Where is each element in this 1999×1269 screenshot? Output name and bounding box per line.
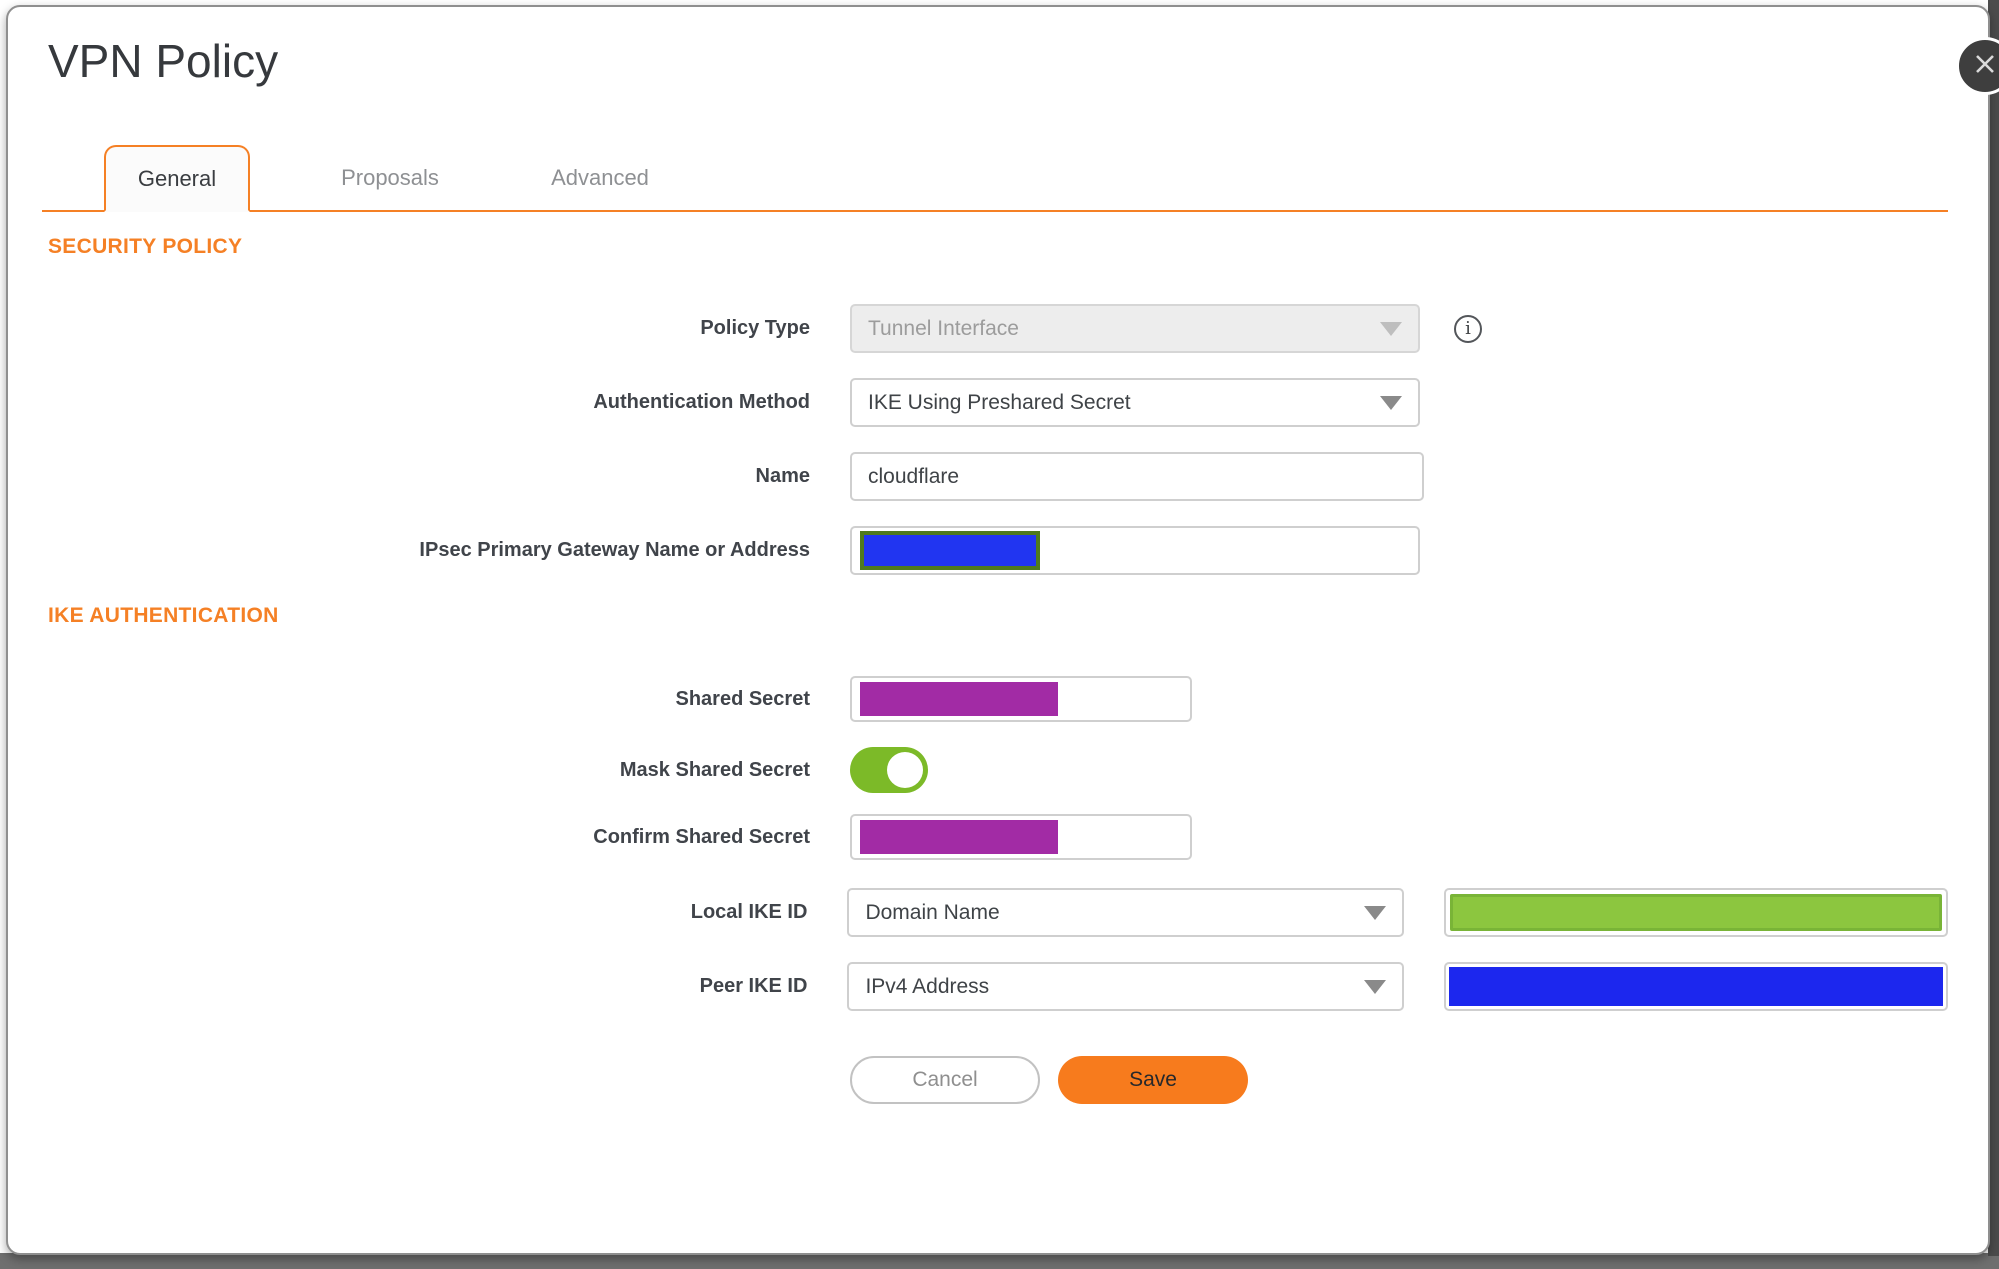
policy-type-value: Tunnel Interface bbox=[868, 316, 1019, 340]
chevron-down-icon bbox=[1363, 905, 1386, 920]
toggle-knob bbox=[887, 752, 923, 788]
policy-type-select: Tunnel Interface bbox=[850, 304, 1420, 353]
peer-ike-id-redaction-block bbox=[1448, 967, 1943, 1006]
local-ike-id-value: Domain Name bbox=[865, 900, 1000, 924]
modal-backdrop: VPN Policy General Proposals Advanced SE… bbox=[0, 0, 1999, 1269]
gateway-redaction-block bbox=[860, 531, 1040, 570]
cancel-button[interactable]: Cancel bbox=[850, 1056, 1040, 1104]
backdrop-bottom-band bbox=[0, 1253, 1999, 1269]
shared-secret-input[interactable] bbox=[850, 676, 1192, 722]
confirm-shared-secret-label: Confirm Shared Secret bbox=[593, 825, 810, 848]
shared-secret-row: Shared Secret bbox=[48, 676, 1948, 722]
dialog-title: VPN Policy bbox=[48, 35, 279, 87]
name-input[interactable] bbox=[852, 464, 1422, 489]
authentication-method-value: IKE Using Preshared Secret bbox=[868, 390, 1131, 414]
shared-secret-label: Shared Secret bbox=[675, 687, 810, 710]
chevron-down-icon bbox=[1380, 321, 1402, 336]
chevron-down-icon bbox=[1380, 395, 1402, 410]
mask-shared-secret-label: Mask Shared Secret bbox=[619, 758, 810, 781]
tab-gap bbox=[250, 145, 315, 210]
close-icon bbox=[1972, 51, 1998, 82]
peer-ike-id-value: IPv4 Address bbox=[865, 974, 990, 998]
mask-shared-secret-row: Mask Shared Secret bbox=[48, 747, 1948, 793]
peer-ike-id-row: Peer IKE ID IPv4 Address bbox=[48, 962, 1948, 1011]
local-ike-id-row: Local IKE ID Domain Name bbox=[48, 888, 1948, 937]
confirm-shared-secret-redaction-block bbox=[860, 820, 1058, 854]
policy-type-label: Policy Type bbox=[700, 317, 810, 339]
mask-shared-secret-toggle[interactable] bbox=[850, 747, 928, 793]
section-heading-security-policy: SECURITY POLICY bbox=[48, 235, 243, 258]
security-policy-fields: Policy Type Tunnel Interface i Authentic… bbox=[48, 304, 1948, 575]
dialog-actions: Cancel Save bbox=[48, 1056, 1948, 1104]
name-row: Name bbox=[48, 452, 1948, 501]
local-ike-id-input[interactable] bbox=[1443, 888, 1948, 937]
peer-ike-id-input[interactable] bbox=[1443, 962, 1948, 1011]
info-icon-glyph: i bbox=[1465, 318, 1471, 339]
policy-type-row: Policy Type Tunnel Interface i bbox=[48, 304, 1948, 353]
ike-authentication-fields: Shared Secret Mask Shared Secret Confirm… bbox=[48, 676, 1948, 1104]
peer-ike-id-select[interactable]: IPv4 Address bbox=[847, 962, 1404, 1011]
name-field-box bbox=[850, 452, 1424, 501]
chevron-down-icon bbox=[1363, 979, 1386, 994]
local-ike-id-redaction-block bbox=[1449, 894, 1942, 931]
tab-general[interactable]: General bbox=[104, 145, 250, 212]
confirm-shared-secret-row: Confirm Shared Secret bbox=[48, 814, 1948, 860]
tab-bar: General Proposals Advanced bbox=[42, 145, 1948, 212]
tab-proposals[interactable]: Proposals bbox=[315, 145, 465, 210]
tab-panel-general: SECURITY POLICY Policy Type Tunnel Inter… bbox=[8, 233, 1988, 1104]
save-button[interactable]: Save bbox=[1058, 1056, 1248, 1104]
local-ike-id-label: Local IKE ID bbox=[690, 901, 808, 923]
vpn-policy-dialog: VPN Policy General Proposals Advanced SE… bbox=[6, 5, 1999, 1255]
local-ike-id-select[interactable]: Domain Name bbox=[847, 888, 1404, 937]
authentication-method-label: Authentication Method bbox=[593, 391, 810, 413]
name-label: Name bbox=[755, 465, 810, 487]
section-heading-ike-authentication: IKE AUTHENTICATION bbox=[48, 604, 279, 627]
gateway-label: IPsec Primary Gateway Name or Address bbox=[419, 539, 810, 561]
gateway-input[interactable] bbox=[850, 526, 1420, 575]
authentication-method-row: Authentication Method IKE Using Preshare… bbox=[48, 378, 1948, 427]
peer-ike-id-label: Peer IKE ID bbox=[699, 975, 808, 997]
shared-secret-redaction-block bbox=[860, 682, 1058, 716]
confirm-shared-secret-input[interactable] bbox=[850, 814, 1192, 860]
authentication-method-select[interactable]: IKE Using Preshared Secret bbox=[850, 378, 1420, 427]
gateway-row: IPsec Primary Gateway Name or Address bbox=[48, 526, 1948, 575]
tab-advanced[interactable]: Advanced bbox=[525, 145, 675, 210]
info-icon[interactable]: i bbox=[1454, 314, 1482, 343]
tab-gap bbox=[465, 145, 525, 210]
